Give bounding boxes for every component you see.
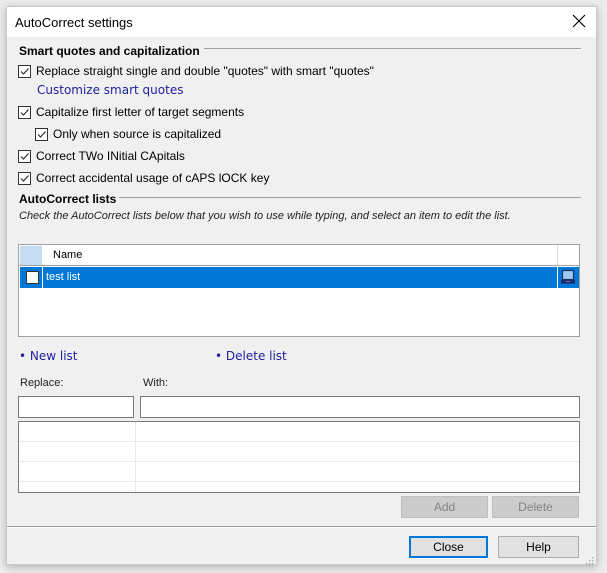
replace-quotes-option[interactable]: Replace straight single and double "quot…: [18, 64, 374, 78]
correct-caps-lock-checkbox[interactable]: [18, 171, 31, 185]
capitalize-first-letter-label: Capitalize first letter of target segmen…: [36, 105, 245, 119]
replace-input[interactable]: [18, 396, 134, 418]
correct-two-initial-capitals-checkbox[interactable]: [18, 149, 31, 163]
correct-caps-lock-label: Correct accidental usage of cAPS lOCK ke…: [36, 171, 270, 185]
only-when-source-capitalized-option[interactable]: Only when source is capitalized: [35, 127, 221, 141]
only-when-source-capitalized-label: Only when source is capitalized: [53, 127, 222, 141]
grid-row[interactable]: [19, 422, 579, 442]
smart-quotes-heading: Smart quotes and capitalization: [19, 44, 200, 58]
delete-list-link[interactable]: • Delete list: [215, 349, 287, 363]
replace-label: Replace:: [20, 377, 64, 389]
autocorrect-lists-description: Check the AutoCorrect lists below that y…: [19, 210, 511, 222]
autocorrect-settings-dialog: AutoCorrect settings Smart quotes and ca…: [6, 6, 597, 565]
delete-button[interactable]: Delete: [492, 496, 579, 518]
cell-divider: [42, 267, 43, 288]
footer-divider-highlight: [7, 527, 596, 528]
section-divider: [204, 48, 581, 49]
dialog-title: AutoCorrect settings: [15, 15, 133, 30]
add-button[interactable]: Add: [401, 496, 488, 518]
replace-quotes-label: Replace straight single and double "quot…: [36, 64, 374, 78]
only-when-source-capitalized-checkbox[interactable]: [35, 127, 48, 141]
capitalize-first-letter-checkbox[interactable]: [18, 105, 31, 119]
column-divider: [557, 245, 558, 266]
correct-two-initial-capitals-label: Correct TWo INitial CApitals: [36, 149, 185, 163]
customize-smart-quotes-link[interactable]: Customize smart quotes: [37, 83, 183, 97]
title-bar: AutoCorrect settings: [7, 7, 596, 37]
new-list-link[interactable]: • New list: [19, 349, 78, 363]
correct-caps-lock-option[interactable]: Correct accidental usage of cAPS lOCK ke…: [18, 171, 269, 185]
cell-divider: [557, 267, 558, 288]
computer-icon: [560, 269, 576, 285]
header-check-column[interactable]: [20, 246, 42, 265]
section-divider: [119, 197, 581, 198]
with-input[interactable]: [140, 396, 580, 418]
resize-grip-icon[interactable]: [586, 554, 594, 565]
grid-row[interactable]: [19, 462, 579, 482]
capitalize-first-letter-option[interactable]: Capitalize first letter of target segmen…: [18, 105, 244, 119]
row-name: test list: [46, 271, 81, 283]
help-button[interactable]: Help: [498, 536, 579, 558]
replace-quotes-checkbox[interactable]: [18, 64, 31, 78]
table-header: Name: [19, 245, 579, 266]
row-checkbox[interactable]: [26, 271, 39, 284]
autocorrect-lists-heading: AutoCorrect lists: [19, 192, 117, 206]
grid-row[interactable]: [19, 442, 579, 462]
autocorrect-lists-table[interactable]: Name test list: [18, 244, 580, 337]
autocorrect-entries-grid[interactable]: [18, 421, 580, 493]
column-header-name[interactable]: Name: [53, 249, 82, 261]
close-button[interactable]: Close: [409, 536, 488, 558]
close-icon[interactable]: [570, 12, 588, 30]
with-label: With:: [143, 377, 169, 389]
correct-two-initial-capitals-option[interactable]: Correct TWo INitial CApitals: [18, 149, 185, 163]
table-row[interactable]: test list: [20, 267, 579, 288]
grid-column-divider: [135, 422, 136, 492]
